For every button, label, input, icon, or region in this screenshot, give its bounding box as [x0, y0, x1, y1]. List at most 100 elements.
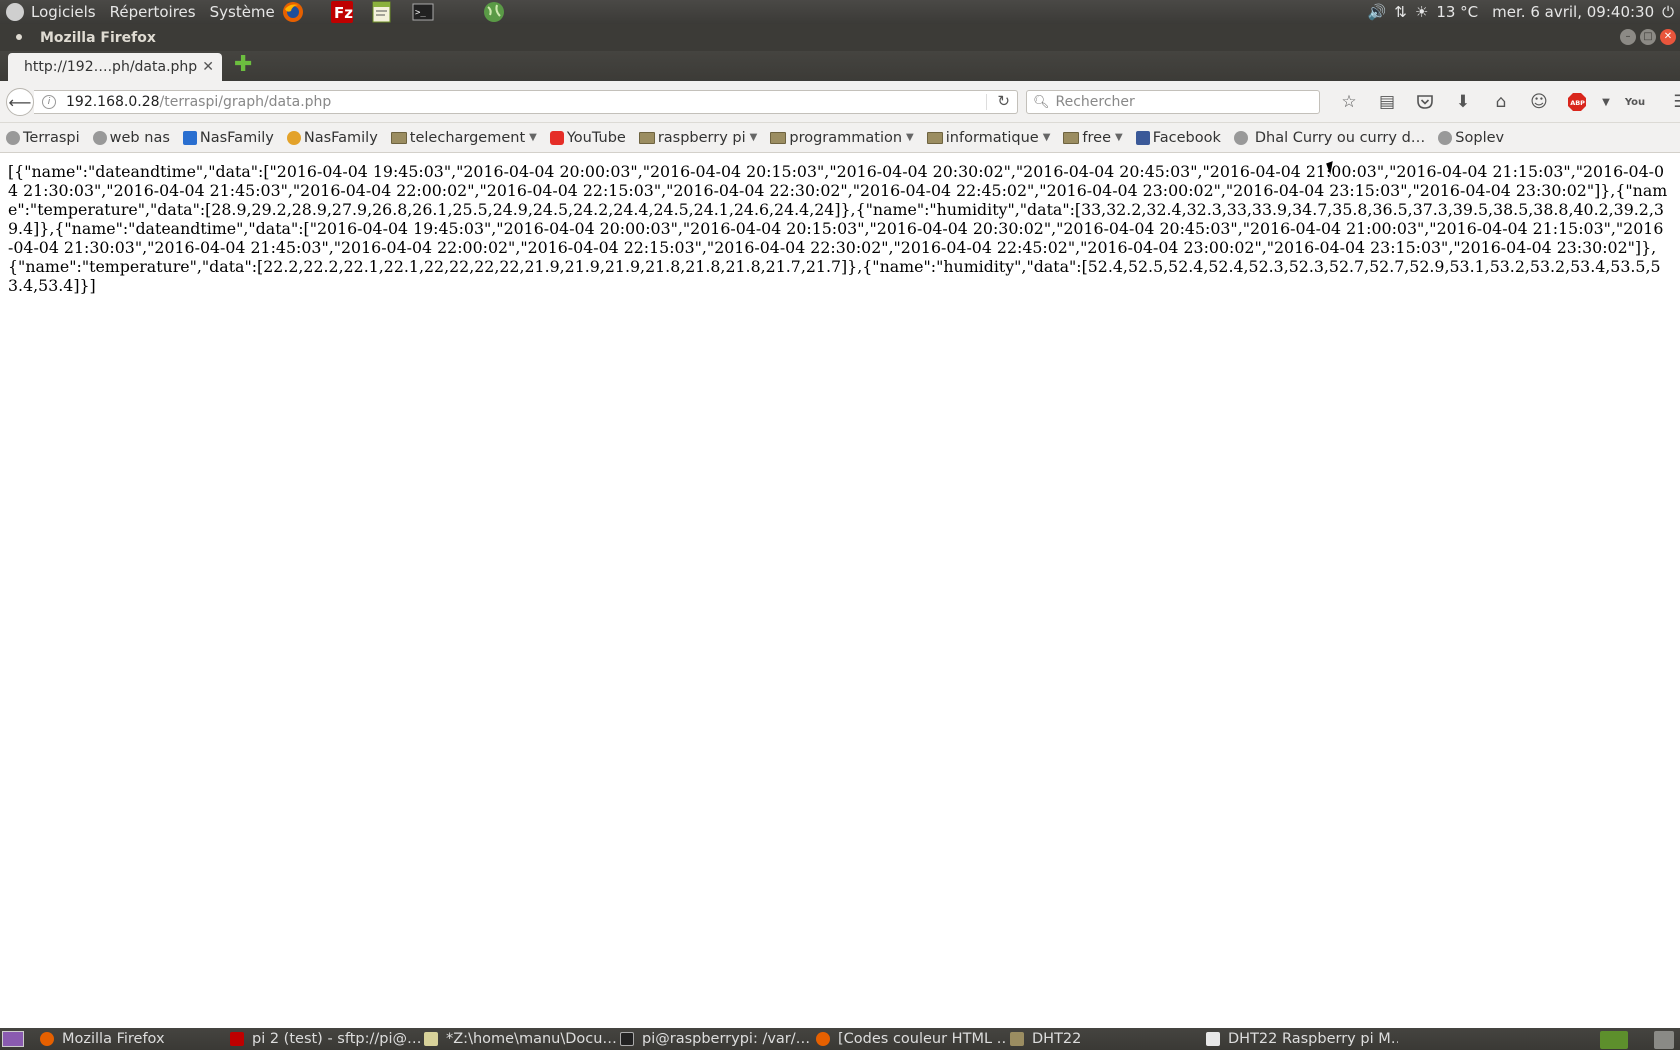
bookmarks-toolbar: Terraspi web nas NasFamily NasFamily tel… — [0, 123, 1680, 153]
dsm-icon — [182, 130, 197, 145]
chevron-down-icon: ▼ — [749, 132, 758, 143]
chat-icon[interactable]: ☺ — [1520, 90, 1558, 114]
window-title: Mozilla Firefox — [40, 29, 156, 46]
youtube-icon[interactable]: You — [1616, 90, 1654, 114]
bookmark-facebook[interactable]: Facebook — [1135, 130, 1221, 146]
top-panel: Logiciels Répertoires Système Fz >_ 🔊 ⇅ … — [0, 0, 1680, 24]
menu-logiciels[interactable]: Logiciels — [24, 0, 103, 24]
globe-icon — [1233, 130, 1248, 145]
download-icon[interactable]: ⬇ — [1444, 90, 1482, 114]
svg-text:Fz: Fz — [334, 4, 353, 22]
url-bar[interactable]: i 192.168.0.28/terraspi/graph/data.php ↻ — [34, 90, 1018, 114]
task-filezilla[interactable]: pi 2 (test) - sftp://pi@… — [226, 1028, 420, 1050]
volume-icon[interactable]: 🔊 — [1368, 3, 1387, 21]
text-editor-icon[interactable] — [371, 1, 393, 23]
filezilla-icon[interactable]: Fz — [330, 1, 353, 23]
bookmark-folder-programmation[interactable]: programmation ▼ — [770, 130, 914, 146]
tray-firefox-icon[interactable] — [1600, 1031, 1628, 1049]
panel-indicators: 🔊 ⇅ ☀ 13 °C mer. 6 avril, 09:40:30 ⏻ — [1368, 0, 1674, 24]
bookmark-nasfamily[interactable]: NasFamily — [286, 130, 378, 146]
navigation-toolbar: ⟵ i 192.168.0.28/terraspi/graph/data.php… — [0, 81, 1680, 123]
task-text-editor[interactable]: *Z:\home\manu\Docu… — [420, 1028, 616, 1050]
folder-icon — [390, 131, 407, 144]
family-icon — [286, 130, 301, 145]
trash-icon[interactable] — [1654, 1031, 1674, 1049]
bookmark-star-icon[interactable]: ☆ — [1330, 90, 1368, 114]
bookmark-dhal-curry[interactable]: Dhal Curry ou curry d… — [1233, 130, 1425, 146]
power-icon[interactable]: ⏻ — [1662, 3, 1674, 21]
folder-icon — [926, 131, 943, 144]
chevron-down-icon: ▼ — [1042, 132, 1051, 143]
ubuntu-logo-icon[interactable] — [6, 3, 24, 21]
task-folder-dht22[interactable]: DHT22 — [1006, 1028, 1202, 1050]
chevron-down-icon: ▼ — [906, 132, 914, 143]
bookmark-nasfamily-dsm[interactable]: NasFamily — [182, 130, 274, 146]
tab-data-php[interactable]: http://192….ph/data.php ✕ — [8, 53, 222, 81]
firefox-icon[interactable] — [282, 1, 304, 23]
bookmark-youtube[interactable]: YouTube — [549, 130, 626, 146]
terminal-icon[interactable]: >_ — [412, 1, 434, 23]
hamburger-menu-icon[interactable]: ☰ — [1662, 90, 1680, 114]
bookmark-terraspi[interactable]: Terraspi — [6, 130, 80, 146]
new-tab-plus-icon[interactable]: ✚ — [234, 53, 252, 77]
task-firefox-codes-couleur[interactable]: [Codes couleur HTML … — [812, 1028, 1006, 1050]
filezilla-icon — [230, 1032, 244, 1046]
network-icon[interactable]: ⇅ — [1394, 3, 1407, 21]
minimize-icon[interactable]: – — [1620, 29, 1636, 45]
globe-icon — [92, 130, 107, 145]
window-titlebar[interactable]: Mozilla Firefox – □ ✕ — [0, 24, 1680, 51]
adblock-icon[interactable]: ABP — [1558, 90, 1596, 114]
weather-sun-icon[interactable]: ☀ — [1415, 3, 1428, 21]
back-arrow-icon: ⟵ — [8, 92, 32, 112]
bookmark-folder-free[interactable]: free ▼ — [1063, 130, 1123, 146]
bookmark-folder-informatique[interactable]: informatique ▼ — [926, 130, 1051, 146]
bottom-taskbar: Mozilla Firefox pi 2 (test) - sftp://pi@… — [0, 1028, 1680, 1050]
tab-label: http://192….ph/data.php — [24, 59, 198, 75]
search-input[interactable] — [1055, 94, 1306, 110]
document-icon — [1206, 1032, 1220, 1046]
adblock-dropdown-icon[interactable]: ▼ — [1596, 90, 1616, 114]
svg-text:ABP: ABP — [1570, 99, 1585, 107]
bookmark-soplev[interactable]: Soplev — [1438, 130, 1504, 146]
folder-icon — [1063, 131, 1080, 144]
menu-systeme[interactable]: Système — [203, 0, 282, 24]
weather-temperature[interactable]: 13 °C — [1436, 3, 1478, 21]
pocket-icon[interactable] — [1406, 90, 1444, 114]
search-icon: 🔍︎ — [1033, 94, 1050, 110]
window-menu-icon[interactable] — [16, 34, 22, 40]
bookmark-web-nas[interactable]: web nas — [92, 130, 170, 146]
home-icon[interactable]: ⌂ — [1482, 90, 1520, 114]
globe-icon[interactable] — [483, 1, 505, 23]
firefox-icon — [40, 1032, 54, 1046]
back-button[interactable]: ⟵ — [6, 88, 34, 116]
clock[interactable]: mer. 6 avril, 09:40:30 — [1492, 3, 1654, 21]
terminal-icon — [620, 1032, 634, 1046]
globe-icon — [1438, 130, 1453, 145]
folder-icon — [638, 131, 655, 144]
bookmark-folder-raspberry-pi[interactable]: raspberry pi ▼ — [638, 130, 758, 146]
search-bar[interactable]: 🔍︎ — [1026, 90, 1320, 114]
task-terminal[interactable]: pi@raspberrypi: /var/… — [616, 1028, 812, 1050]
show-desktop-icon[interactable] — [2, 1031, 24, 1047]
bookmark-folder-telechargement[interactable]: telechargement ▼ — [390, 130, 537, 146]
json-response-text: [{"name":"dateandtime","data":["2016-04-… — [8, 162, 1668, 295]
close-icon[interactable]: ✕ — [1660, 29, 1676, 45]
maximize-icon[interactable]: □ — [1640, 29, 1656, 45]
bookmarks-list-icon[interactable]: ▤ — [1368, 90, 1406, 114]
site-info-icon[interactable]: i — [42, 95, 56, 109]
url-separator — [986, 94, 987, 110]
window-controls: – □ ✕ — [1620, 29, 1676, 45]
url-path: /terraspi/graph/data.php — [159, 94, 332, 110]
task-firefox[interactable]: Mozilla Firefox — [36, 1028, 226, 1050]
page-content: [{"name":"dateandtime","data":["2016-04-… — [0, 154, 1680, 1032]
reload-icon[interactable]: ↻ — [997, 92, 1010, 110]
folder-icon — [1010, 1032, 1024, 1046]
svg-text:>_: >_ — [415, 8, 426, 18]
menu-repertoires[interactable]: Répertoires — [103, 0, 203, 24]
task-document-dht22[interactable]: DHT22 Raspberry pi M… — [1202, 1028, 1398, 1050]
globe-icon — [6, 130, 20, 145]
chevron-down-icon: ▼ — [1115, 132, 1123, 143]
tab-close-icon[interactable]: ✕ — [198, 59, 214, 75]
folder-icon — [770, 131, 787, 144]
toolbar-buttons: ☆ ▤ ⬇ ⌂ ☺ ABP ▼ You ☰ — [1330, 90, 1680, 114]
